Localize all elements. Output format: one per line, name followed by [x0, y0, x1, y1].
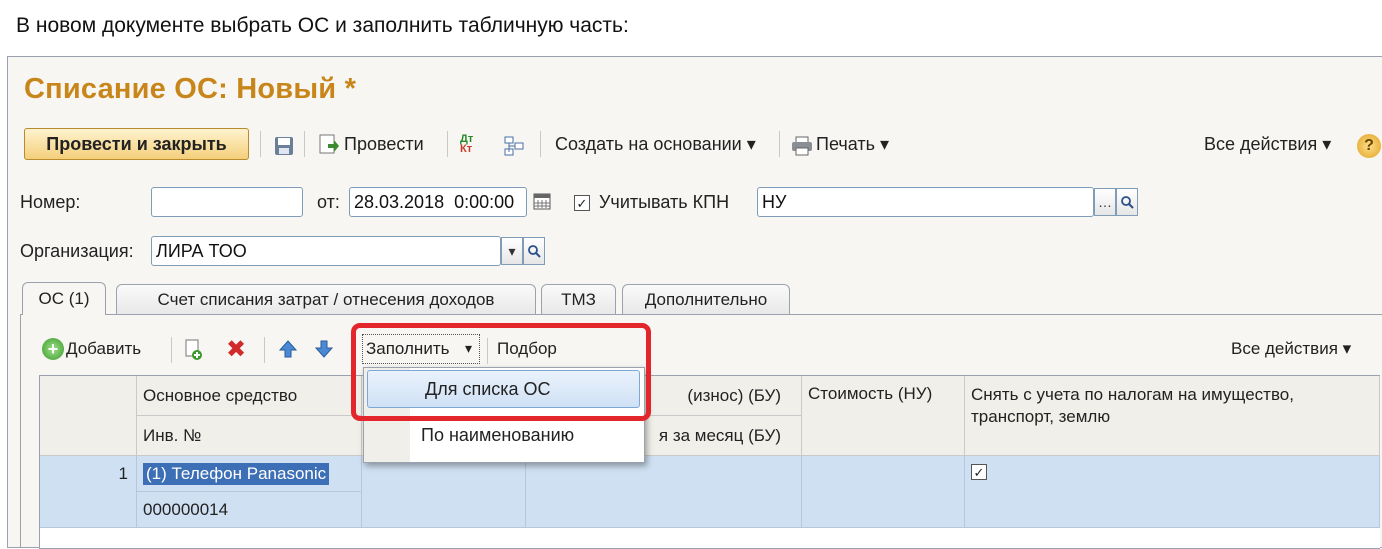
tab-all-actions-button[interactable]: Все действия ▾: [1231, 339, 1351, 359]
toolbar-separator: [171, 337, 172, 363]
copy-icon[interactable]: [184, 339, 204, 360]
add-icon[interactable]: +: [42, 338, 64, 360]
tab-os[interactable]: ОС (1): [22, 282, 106, 315]
post-button[interactable]: Провести: [344, 134, 424, 155]
column-header-deregister[interactable]: Снять с учета по налогам на имущество, т…: [965, 376, 1380, 456]
table-cell[interactable]: [526, 456, 802, 528]
inv-cell[interactable]: 000000014: [137, 492, 362, 528]
tab-expense-account[interactable]: Счет списания затрат / отнесения доходов: [116, 284, 536, 314]
save-icon[interactable]: [274, 136, 294, 156]
kpn-label: Учитывать КПН: [599, 192, 730, 212]
date-label: от:: [317, 192, 340, 212]
organization-field[interactable]: ЛИРА ТОО: [151, 236, 501, 266]
table-cell[interactable]: [362, 456, 526, 528]
delete-icon[interactable]: ✖: [226, 335, 246, 364]
all-actions-button[interactable]: Все действия ▾: [1204, 134, 1331, 155]
printer-icon: [791, 136, 812, 156]
print-button[interactable]: Печать ▾: [816, 134, 889, 155]
chevron-down-icon[interactable]: ▾: [501, 237, 523, 265]
instruction-text: В новом документе выбрать ОС и заполнить…: [16, 14, 629, 37]
toolbar-separator: [540, 131, 541, 157]
deregister-checkbox[interactable]: ✓: [971, 464, 987, 480]
arrow-up-icon[interactable]: [278, 339, 298, 359]
toolbar-separator: [447, 131, 448, 157]
toolbar-separator: [304, 131, 305, 157]
table-cell[interactable]: ✓: [965, 456, 1380, 528]
table-cell[interactable]: [802, 456, 965, 528]
window-title: Списание ОС: Новый *: [24, 73, 357, 105]
search-icon[interactable]: [1116, 188, 1138, 216]
post-and-close-button[interactable]: Провести и закрыть: [24, 128, 249, 160]
number-field[interactable]: [151, 187, 303, 217]
column-header-asset[interactable]: Основное средство: [137, 376, 362, 416]
kpn-checkbox[interactable]: ✓: [574, 195, 590, 211]
kpn-value-field[interactable]: НУ: [757, 187, 1094, 217]
add-button[interactable]: Добавить: [66, 339, 141, 359]
tab-tmz[interactable]: ТМЗ: [541, 284, 616, 314]
ellipsis-button[interactable]: …: [1094, 188, 1116, 216]
row-number: 1: [40, 456, 137, 528]
highlight-frame: [351, 323, 651, 421]
column-header-inv[interactable]: Инв. №: [137, 416, 362, 456]
post-doc-icon: [318, 134, 339, 154]
number-label: Номер:: [20, 192, 81, 212]
toolbar-separator: [260, 131, 261, 157]
document-window: Списание ОС: Новый * Провести и закрыть …: [7, 56, 1382, 549]
toolbar-separator: [779, 131, 780, 157]
calendar-icon[interactable]: [532, 191, 554, 213]
asset-cell[interactable]: (1) Телефон Panasonic: [143, 462, 330, 485]
create-based-on-button[interactable]: Создать на основании ▾: [555, 134, 756, 155]
table-row[interactable]: (1) Телефон Panasonic: [137, 456, 362, 492]
arrow-down-icon[interactable]: [314, 339, 334, 359]
tab-additional[interactable]: Дополнительно: [622, 284, 790, 314]
search-icon[interactable]: [523, 237, 545, 265]
menu-item-by-name[interactable]: По наименованию: [364, 416, 644, 454]
organization-label: Организация:: [20, 241, 134, 261]
structure-icon[interactable]: [504, 136, 524, 156]
help-icon[interactable]: ?: [1357, 134, 1381, 158]
date-field[interactable]: 28.03.2018 0:00:00: [349, 187, 527, 217]
assets-table: Основное средство Инв. № (износ) (БУ) я …: [39, 375, 1380, 549]
debit-credit-icon[interactable]: Дт Кт: [460, 134, 480, 155]
column-header-cost-nu[interactable]: Стоимость (НУ): [802, 376, 965, 456]
row-number-header: [40, 376, 137, 456]
toolbar-separator: [264, 337, 265, 363]
